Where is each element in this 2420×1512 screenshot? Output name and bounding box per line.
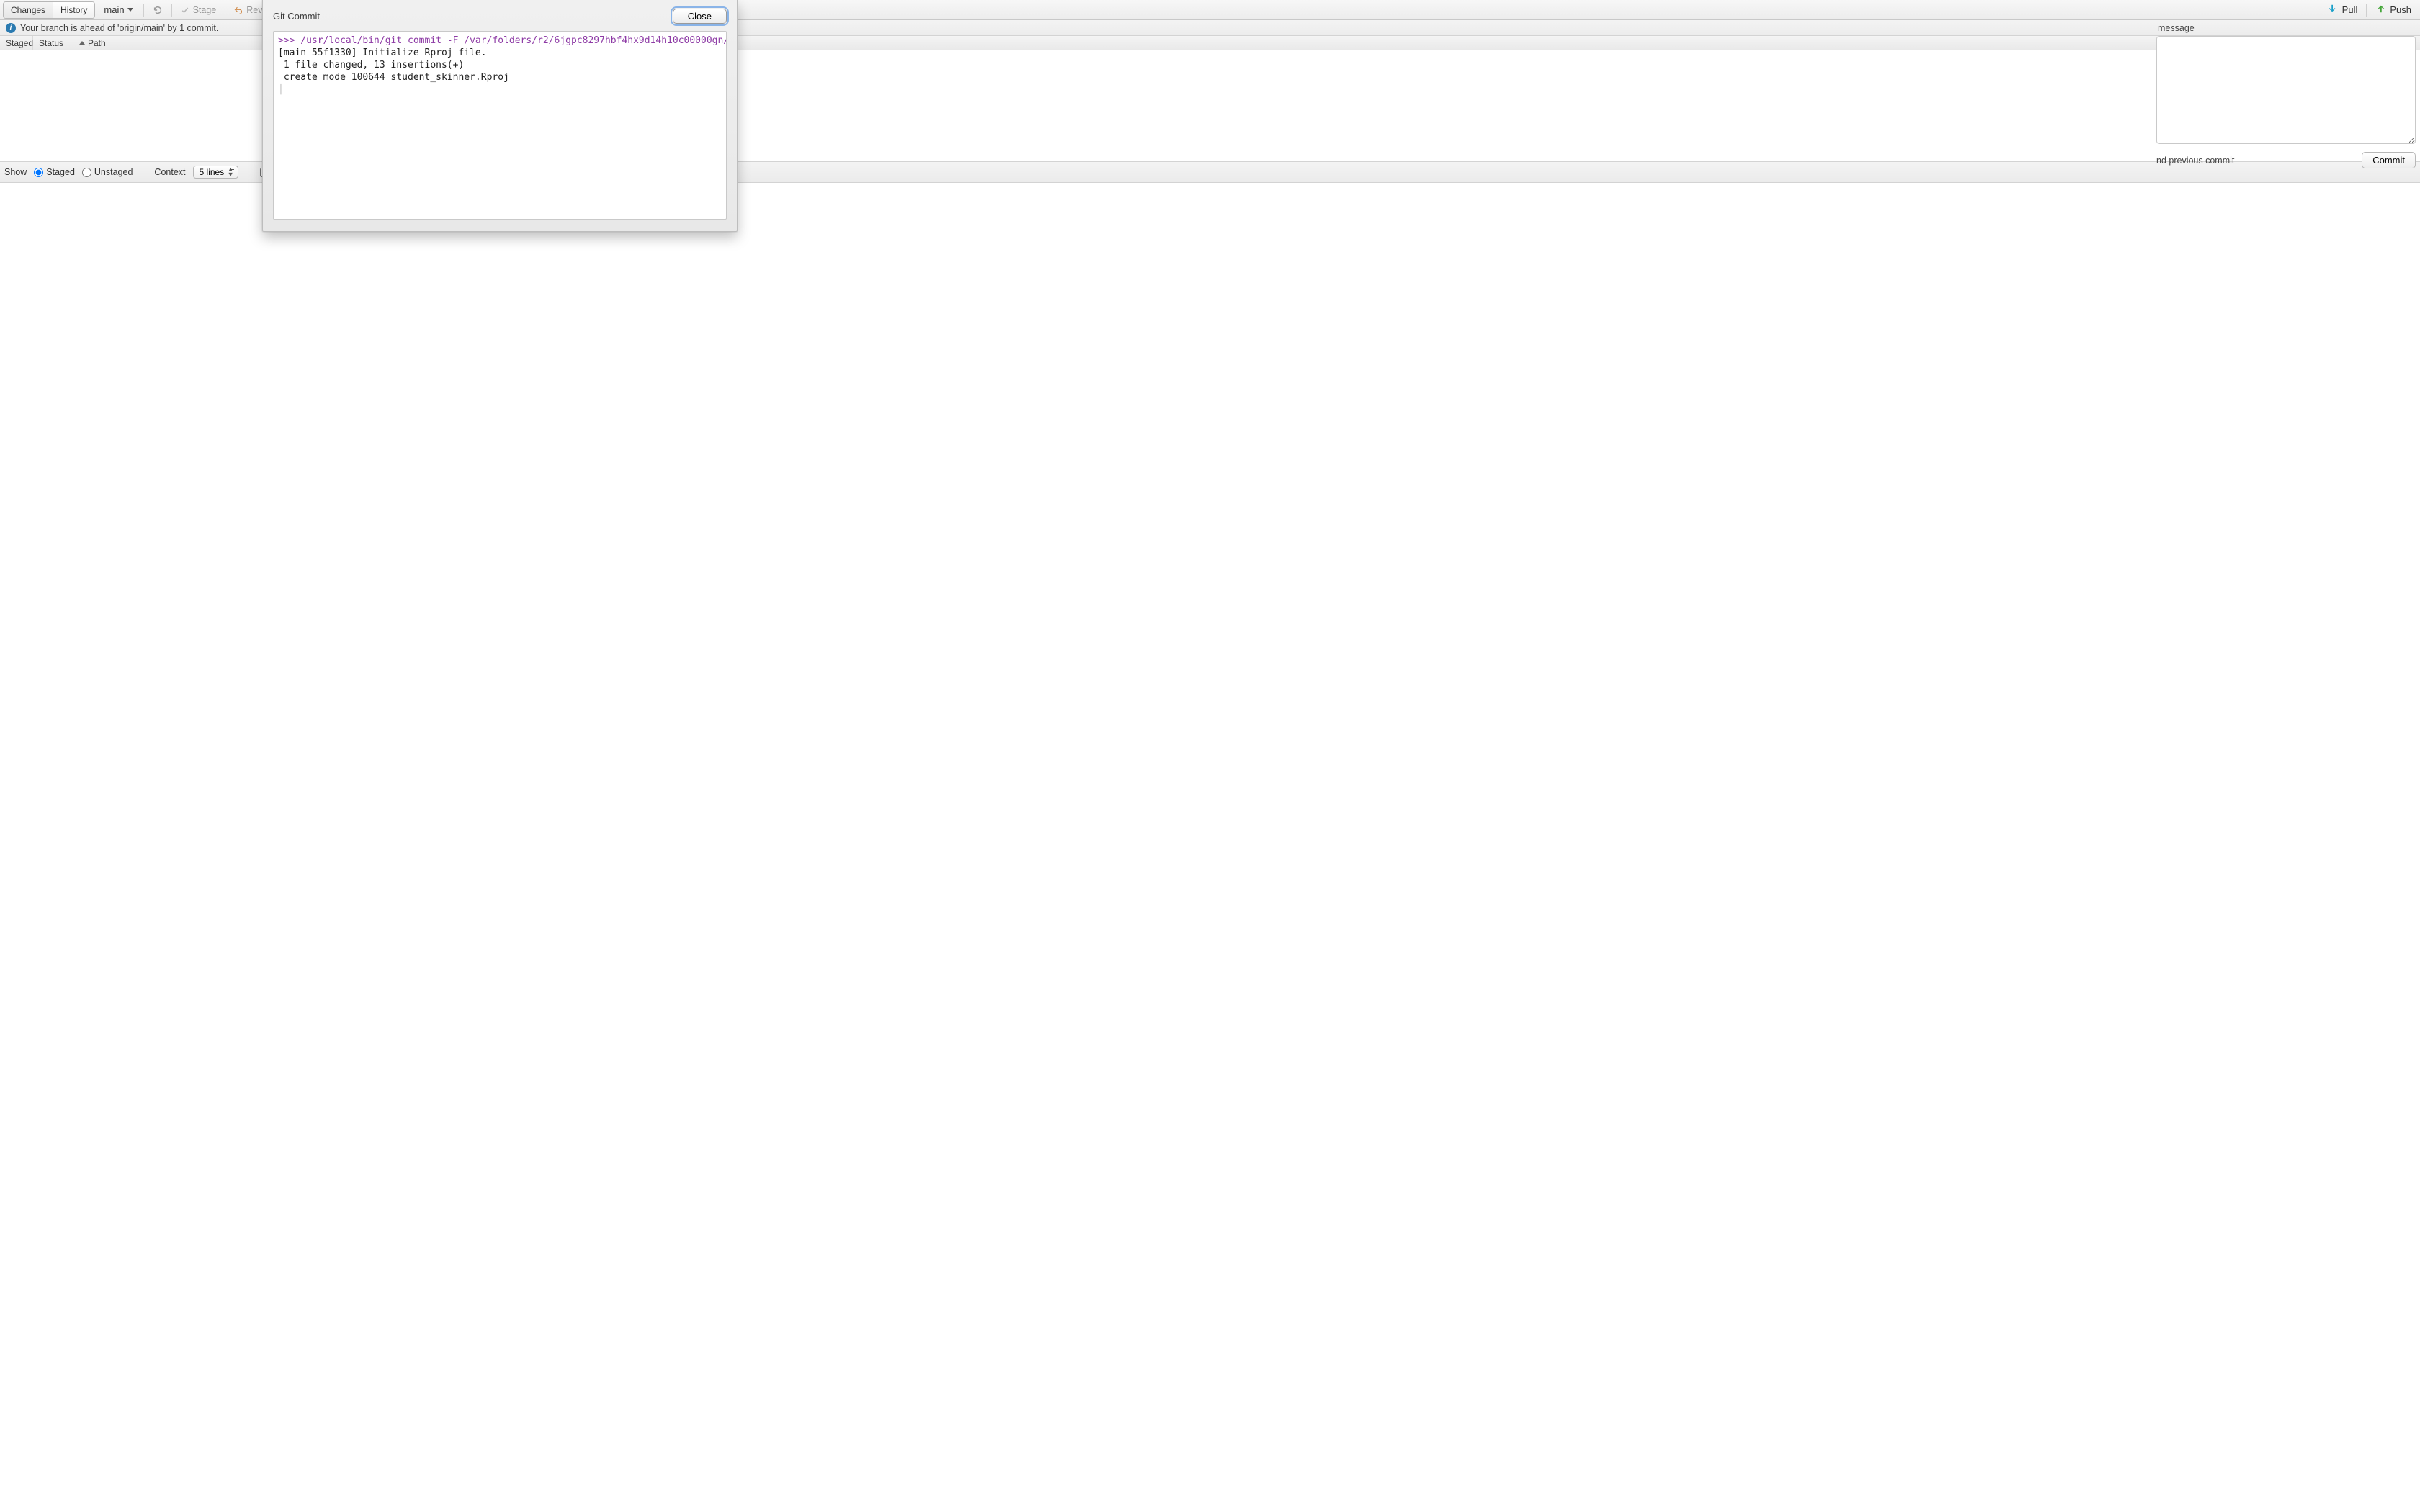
commit-actions-row: nd previous commit Commit [2156,152,2416,168]
info-icon: i [6,23,16,33]
column-status[interactable]: Status [33,36,73,50]
show-staged-radio-input[interactable] [34,168,43,177]
pull-label: Pull [2342,4,2358,15]
branch-status-text: Your branch is ahead of 'origin/main' by… [20,23,218,33]
refresh-icon [153,5,163,15]
show-label: Show [4,167,27,177]
divider [143,4,144,17]
stage-button: Stage [175,3,223,17]
console-command: >>> /usr/local/bin/git commit -F /var/fo… [278,35,727,46]
context-select-wrap: 5 lines ▲▼ [193,166,238,179]
stage-label: Stage [193,5,217,15]
push-button[interactable]: Push [2370,4,2417,16]
divider [2366,4,2367,17]
tab-history[interactable]: History [53,2,94,18]
show-staged-radio[interactable]: Staged [34,167,75,177]
divider [171,4,172,17]
modal-header: Git Commit Close [273,9,727,24]
arrow-up-icon [2375,4,2385,16]
column-staged[interactable]: Staged [0,36,33,50]
arrow-down-icon [2328,4,2338,16]
console-line: [main 55f1330] Initialize Rproj file. [278,48,487,58]
close-button[interactable]: Close [673,9,727,24]
show-unstaged-radio-input[interactable] [82,168,91,177]
console-cursor: │ [278,84,284,95]
view-tabs: Changes History [3,1,95,19]
context-label: Context [154,167,185,177]
amend-checkbox[interactable]: nd previous commit [2156,156,2234,166]
console-line: 1 file changed, 13 insertions(+) [278,60,464,71]
tab-changes[interactable]: Changes [4,2,53,18]
commit-button[interactable]: Commit [2362,152,2416,168]
refresh-button[interactable] [147,3,169,17]
show-unstaged-radio[interactable]: Unstaged [82,167,133,177]
show-unstaged-label: Unstaged [94,167,133,177]
commit-panel: message nd previous commit Commit [2156,20,2416,168]
modal-title: Git Commit [273,11,320,22]
push-label: Push [2390,4,2411,15]
amend-label: nd previous commit [2156,156,2234,166]
pull-button[interactable]: Pull [2322,4,2364,16]
branch-picker[interactable]: main [99,3,137,17]
commit-message-input[interactable] [2156,36,2416,144]
chevron-down-icon [127,8,133,12]
revert-icon [234,6,243,14]
check-icon [181,6,189,14]
sort-asc-icon [79,41,85,45]
git-output-console: >>> /usr/local/bin/git commit -F /var/fo… [273,31,727,220]
branch-name: main [104,4,124,15]
column-path-label: Path [88,38,106,48]
git-commit-modal: Git Commit Close >>> /usr/local/bin/git … [262,0,738,232]
commit-message-label: message [2156,20,2416,36]
context-select[interactable]: 5 lines [193,166,238,179]
show-staged-label: Staged [46,167,75,177]
console-line: create mode 100644 student_skinner.Rproj [278,72,509,83]
